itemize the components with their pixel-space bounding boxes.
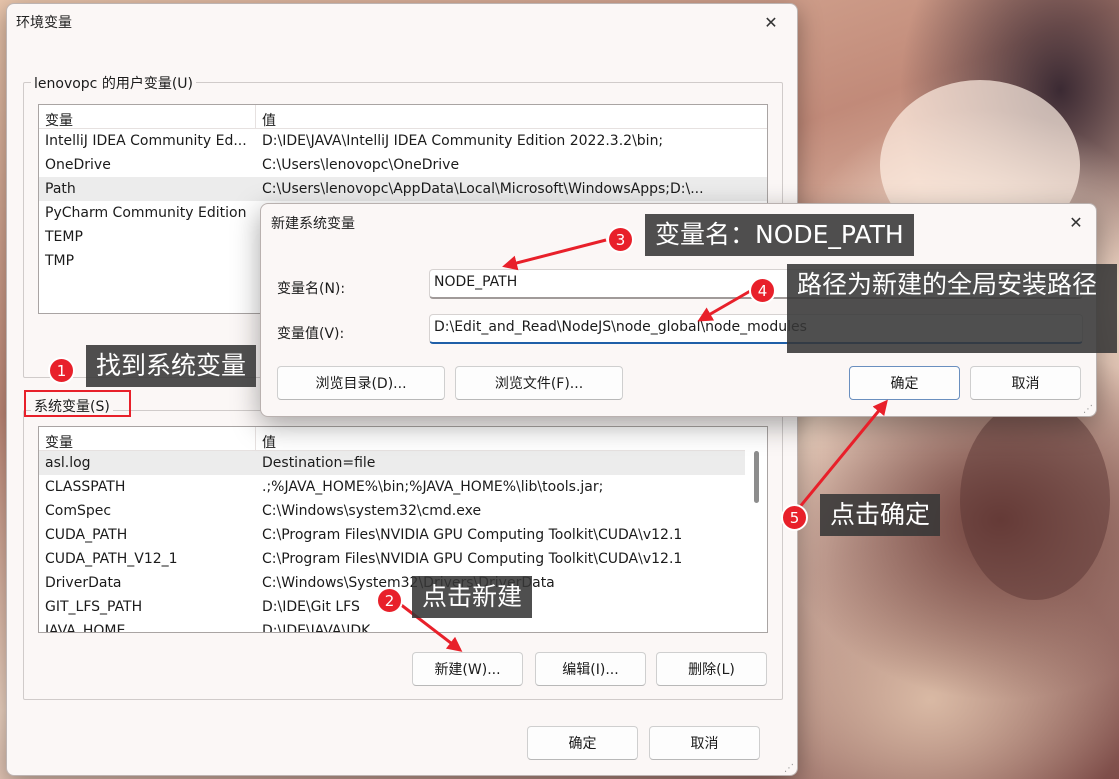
step-badge-2: 2	[376, 587, 403, 614]
var-name: CLASSPATH	[45, 479, 126, 495]
system-variables-list[interactable]: 变量 值 asl.log Destination=file CLASSPATH.;…	[38, 426, 768, 633]
scrollbar-thumb[interactable]	[754, 451, 759, 503]
table-row[interactable]: Path C:\Users\lenovopc\AppData\Local\Micr…	[39, 177, 767, 201]
ok-button[interactable]: 确定	[527, 726, 638, 760]
edit-variable-button[interactable]: 编辑(I)...	[535, 652, 646, 686]
var-name: GIT_LFS_PATH	[45, 599, 143, 615]
var-value: D:\IDE\Git LFS	[262, 599, 360, 615]
var-value: C:\Users\lenovopc\OneDrive	[262, 157, 460, 173]
table-row[interactable]: asl.log Destination=file	[39, 451, 767, 475]
step-callout-2: 点击新建	[412, 576, 533, 618]
step-badge-1: 1	[48, 357, 75, 384]
close-icon[interactable]: ✕	[759, 10, 783, 34]
var-value: C:\Program Files\NVIDIA GPU Computing To…	[262, 527, 683, 543]
var-value: Destination=file	[262, 455, 376, 471]
var-name: DriverData	[45, 575, 122, 591]
new-variable-button[interactable]: 新建(W)...	[412, 652, 523, 686]
highlight-system-variables	[24, 390, 131, 417]
table-row[interactable]: CUDA_PATH C:\Program Files\NVIDIA GPU Com…	[39, 523, 767, 547]
step-callout-4: 路径为新建的全局安装路径	[787, 264, 1117, 353]
close-icon[interactable]: ✕	[1064, 210, 1088, 234]
table-row[interactable]: IntelliJ IDEA Community Ed... D:\IDE\JAVA…	[39, 129, 767, 153]
table-row[interactable]: CLASSPATH .;%JAVA_HOME%\bin;%JAVA_HOME%\l…	[39, 475, 767, 499]
background-shape	[960, 400, 1110, 600]
var-name: CUDA_PATH	[45, 527, 128, 543]
resize-grip-icon[interactable]: ⋰	[784, 763, 794, 774]
variable-value-label: 变量值(V):	[277, 326, 345, 342]
step-badge-5: 5	[781, 504, 808, 531]
step-callout-3: 变量名：NODE_PATH	[645, 214, 914, 256]
var-name: OneDrive	[45, 157, 111, 173]
var-value: C:\Program Files\NVIDIA GPU Computing To…	[262, 551, 683, 567]
list-header: 变量 值	[39, 105, 767, 129]
var-name: JAVA_HOME	[45, 623, 126, 633]
var-value: .;%JAVA_HOME%\bin;%JAVA_HOME%\lib\tools.…	[262, 479, 604, 495]
var-name: TEMP	[45, 229, 83, 245]
var-name: asl.log	[45, 455, 91, 471]
var-name: ComSpec	[45, 503, 112, 519]
var-value: D:\IDE\JAVA\IntelliJ IDEA Community Edit…	[262, 133, 664, 149]
column-header-value[interactable]: 值	[256, 427, 276, 451]
step-badge-3: 3	[607, 226, 634, 253]
column-header-name[interactable]: 变量	[39, 105, 256, 129]
column-header-name[interactable]: 变量	[39, 427, 256, 451]
dialog-ok-button[interactable]: 确定	[849, 366, 960, 400]
browse-directory-button[interactable]: 浏览目录(D)...	[277, 366, 445, 400]
table-row[interactable]: DriverData C:\Windows\System32\Drivers\Dr…	[39, 571, 767, 595]
var-name: PyCharm Community Edition	[45, 205, 247, 221]
table-row[interactable]: OneDrive C:\Users\lenovopc\OneDrive	[39, 153, 767, 177]
var-name: TMP	[45, 253, 75, 269]
var-name: CUDA_PATH_V12_1	[45, 551, 178, 567]
var-name: IntelliJ IDEA Community Ed...	[45, 133, 247, 149]
cancel-button[interactable]: 取消	[649, 726, 760, 760]
step-callout-5: 点击确定	[820, 494, 941, 536]
scrollbar[interactable]	[745, 427, 767, 632]
column-header-value[interactable]: 值	[256, 105, 276, 129]
table-row[interactable]: CUDA_PATH_V12_1 C:\Program Files\NVIDIA G…	[39, 547, 767, 571]
table-row[interactable]: JAVA_HOME D:\IDE\JAVA\JDK	[39, 619, 767, 633]
dialog-title: 新建系统变量	[271, 216, 355, 232]
table-row[interactable]: ComSpec C:\Windows\system32\cmd.exe	[39, 499, 767, 523]
window-title: 环境变量	[16, 15, 72, 31]
variable-name-label: 变量名(N):	[277, 281, 346, 297]
browse-file-button[interactable]: 浏览文件(F)...	[455, 366, 623, 400]
var-name: Path	[45, 181, 76, 197]
resize-grip-icon[interactable]: ⋰	[1083, 404, 1093, 415]
dialog-cancel-button[interactable]: 取消	[970, 366, 1081, 400]
list-header: 变量 值	[39, 427, 767, 451]
var-value: C:\Users\lenovopc\AppData\Local\Microsof…	[262, 181, 704, 197]
var-value: C:\Windows\system32\cmd.exe	[262, 503, 482, 519]
user-variables-label: lenovopc 的用户变量(U)	[31, 73, 196, 93]
delete-variable-button[interactable]: 删除(L)	[656, 652, 767, 686]
table-row[interactable]: GIT_LFS_PATH D:\IDE\Git LFS	[39, 595, 767, 619]
var-value: D:\IDE\JAVA\JDK	[262, 623, 371, 633]
step-callout-1: 找到系统变量	[86, 345, 257, 387]
step-badge-4: 4	[749, 277, 776, 304]
